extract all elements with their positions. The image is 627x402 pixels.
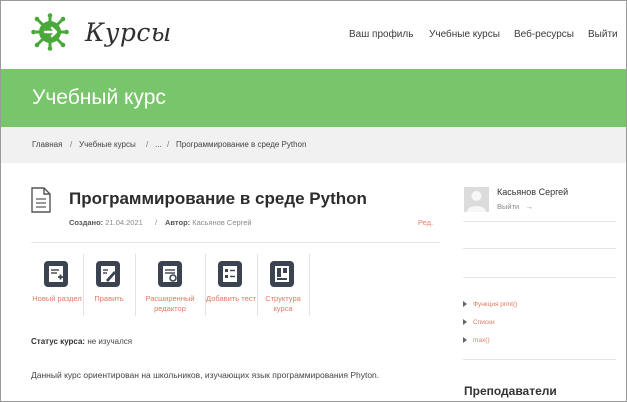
nav-profile[interactable]: Ваш профиль: [349, 29, 413, 40]
created-label: Создано:: [69, 218, 104, 227]
user-name[interactable]: Касьянов Сергей: [497, 187, 568, 197]
edit-label: Править: [94, 294, 124, 303]
document-icon: [31, 187, 51, 213]
breadcrumb-separator: /: [70, 140, 73, 149]
breadcrumb-courses[interactable]: Учебные курсы: [79, 140, 136, 149]
site-header: Курсы Ваш профиль Учебные курсы Веб-ресу…: [1, 1, 626, 69]
created-date: 21.04.2021: [105, 218, 143, 227]
triangle-right-icon: [463, 337, 467, 344]
add-test-button[interactable]: Добавить тест: [205, 254, 258, 316]
arrow-right-icon: →: [521, 202, 533, 211]
user-silhouette-icon: [467, 191, 486, 212]
breadcrumb-separator: /: [146, 140, 149, 149]
new-section-label: Новый раздел: [32, 294, 82, 303]
meta-separator: /: [155, 218, 158, 227]
breadcrumb-separator: /: [167, 140, 170, 149]
page-title: Программирование в среде Python: [69, 189, 367, 208]
status-label: Статус курса:: [31, 337, 86, 346]
sidebar-divider: [463, 248, 616, 249]
avatar[interactable]: [464, 187, 489, 212]
banner-title: Учебный курс: [32, 86, 166, 109]
new-section-button[interactable]: Новый раздел: [31, 254, 84, 316]
sidebar-link-print[interactable]: Функция print(): [463, 301, 517, 308]
sidebar-link-max[interactable]: max(): [463, 337, 490, 344]
sidebar-divider: [463, 221, 616, 222]
breadcrumb-home[interactable]: Главная: [32, 140, 62, 149]
triangle-right-icon: [463, 319, 467, 326]
add-test-icon: [218, 261, 242, 287]
divider: [31, 242, 440, 243]
course-status: Статус курса: не изучался: [31, 337, 132, 346]
new-section-icon: [44, 261, 68, 287]
nav-courses[interactable]: Учебные курсы: [429, 29, 500, 40]
edit-button[interactable]: Править: [83, 254, 136, 316]
course-description: Данный курс ориентирован на школьников, …: [31, 370, 380, 380]
sidebar-divider: [463, 359, 616, 360]
edit-icon: [96, 261, 120, 287]
sidebar-logout[interactable]: Выйти →: [497, 202, 533, 211]
page-banner: Учебный курс: [1, 69, 626, 127]
browser-viewport: Курсы Ваш профиль Учебные курсы Веб-ресу…: [0, 0, 627, 402]
breadcrumb: Главная / Учебные курсы / ... / Программ…: [1, 127, 626, 163]
logo-text[interactable]: Курсы: [85, 18, 172, 47]
author-name[interactable]: Касьянов Сергей: [192, 218, 251, 227]
sidebar-link-label: Функция print(): [473, 301, 518, 308]
advanced-editor-button[interactable]: Расширенный редактор: [135, 254, 206, 316]
course-structure-button[interactable]: Структура курса: [257, 254, 310, 316]
author-label: Автор:: [165, 218, 191, 227]
triangle-right-icon: [463, 301, 467, 308]
nav-web-resources[interactable]: Веб-ресурсы: [514, 29, 574, 40]
sidebar-link-lists[interactable]: Списки: [463, 319, 495, 326]
nav-logout[interactable]: Выйти: [588, 29, 618, 40]
edit-link[interactable]: Ред.: [418, 218, 433, 227]
sidebar-link-label: max(): [473, 337, 490, 344]
sidebar-link-label: Списки: [473, 319, 495, 326]
course-structure-label: Структура курса: [265, 294, 301, 313]
status-value: не изучался: [87, 337, 133, 346]
add-test-label: Добавить тест: [206, 294, 256, 303]
advanced-editor-icon: [158, 261, 182, 287]
advanced-editor-label: Расширенный редактор: [145, 294, 195, 313]
logo-gear-icon[interactable]: [31, 13, 69, 51]
author-meta: Автор: Касьянов Сергей: [165, 218, 252, 227]
sidebar-divider: [463, 277, 616, 278]
sidebar-logout-label: Выйти: [497, 202, 520, 211]
created-meta: Создано: 21.04.2021: [69, 218, 143, 227]
breadcrumb-current: Программирование в среде Python: [176, 140, 307, 149]
teachers-heading: Преподаватели: [464, 384, 557, 398]
breadcrumb-ellipsis[interactable]: ...: [155, 140, 162, 149]
course-structure-icon: [270, 261, 294, 287]
